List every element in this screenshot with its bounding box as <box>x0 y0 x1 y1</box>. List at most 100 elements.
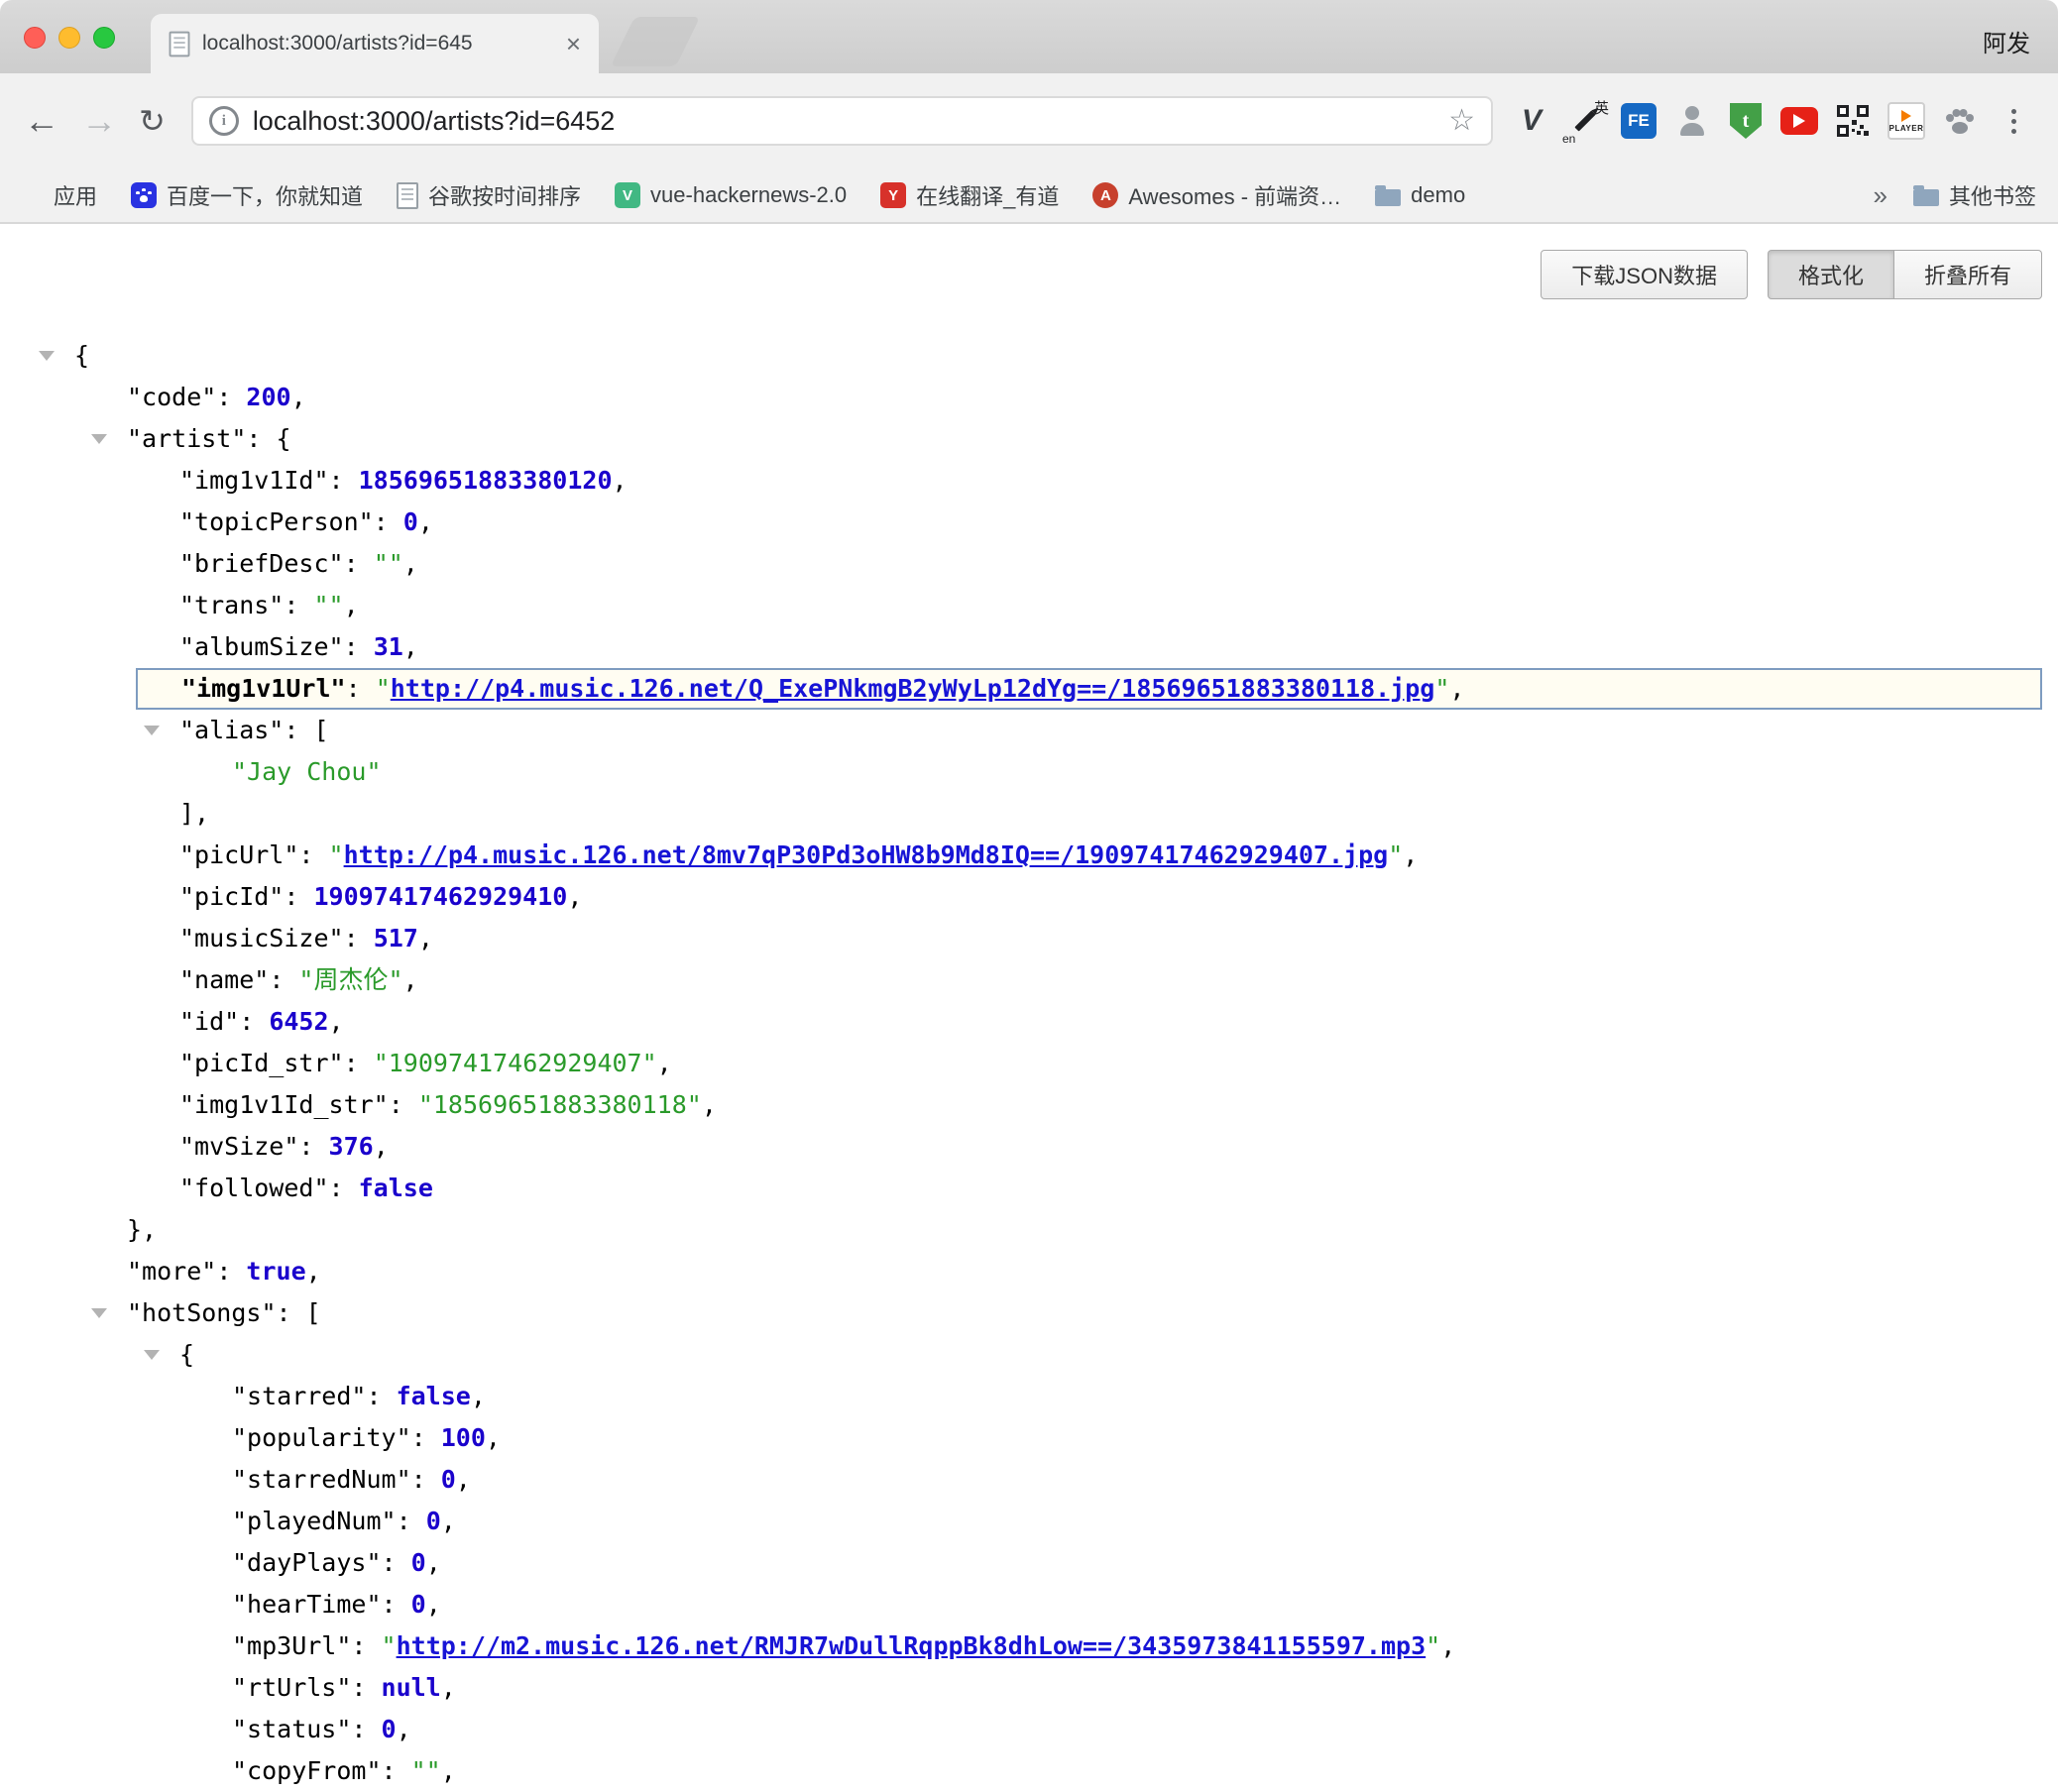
json-punctuation: : <box>389 1090 418 1119</box>
json-line: "picId_str": "19097417462929407", <box>0 1043 2058 1084</box>
close-window-button[interactable] <box>24 27 46 49</box>
collapse-all-button[interactable]: 折叠所有 <box>1894 250 2042 299</box>
browser-menu-icon[interactable] <box>1993 100 2034 142</box>
json-line: "musicSize": 517, <box>0 918 2058 959</box>
format-button[interactable]: 格式化 <box>1768 250 1894 299</box>
collapse-triangle-icon[interactable] <box>144 726 160 735</box>
json-punctuation: , <box>471 1382 486 1410</box>
player-extension-icon[interactable]: PLAYER <box>1886 100 1927 142</box>
zoom-window-button[interactable] <box>93 27 115 49</box>
json-key: "rtUrls" <box>232 1673 351 1702</box>
bookmarks-overflow-icon[interactable]: » <box>1874 180 1887 211</box>
tab-close-icon[interactable]: × <box>566 31 581 56</box>
json-line: "picId": 19097417462929410, <box>0 876 2058 918</box>
json-line: "playedNum": 0, <box>0 1501 2058 1542</box>
tab-title: localhost:3000/artists?id=645 <box>202 32 554 56</box>
json-punctuation: , <box>403 549 418 578</box>
json-url-link[interactable]: http://m2.music.126.net/RMJR7wDullRqppBk… <box>397 1631 1427 1660</box>
json-literal-value: true <box>246 1257 305 1286</box>
json-number-value: 100 <box>441 1423 486 1452</box>
json-punctuation: , <box>1449 674 1464 703</box>
collapse-triangle-icon[interactable] <box>39 351 55 361</box>
new-tab-button[interactable] <box>611 17 700 66</box>
json-punctuation: : <box>269 965 298 994</box>
forward-icon: → <box>81 103 117 139</box>
bookmark-star-icon[interactable]: ☆ <box>1448 106 1475 136</box>
json-punctuation: , <box>344 591 359 619</box>
json-line: "trans": "", <box>0 585 2058 626</box>
json-key: "mp3Url" <box>232 1631 351 1660</box>
json-key: "status" <box>232 1715 351 1743</box>
profile-extension-icon[interactable] <box>1671 100 1713 142</box>
minimize-window-button[interactable] <box>58 27 80 49</box>
bookmark-item[interactable]: AAwesomes - 前端资… <box>1092 179 1341 211</box>
youtube-extension-icon[interactable] <box>1778 100 1820 142</box>
json-url-link[interactable]: http://p4.music.126.net/Q_ExePNkmgB2yWyL… <box>391 674 1435 703</box>
collapse-triangle-icon[interactable] <box>91 434 107 444</box>
vimium-extension-icon[interactable]: V <box>1511 100 1552 142</box>
json-key: "dayPlays" <box>232 1548 382 1577</box>
json-punctuation: , <box>613 466 628 495</box>
json-key: "briefDesc" <box>179 549 344 578</box>
json-key: "img1v1Url" <box>181 674 346 703</box>
json-number-value: 200 <box>246 383 290 411</box>
bookmark-item[interactable]: Y在线翻译_有道 <box>880 179 1059 211</box>
json-punctuation: , <box>397 1715 411 1743</box>
json-punctuation: : <box>382 1590 411 1619</box>
qrcode-extension-icon[interactable] <box>1832 100 1874 142</box>
page-content: 下载JSON数据 格式化 折叠所有 {"code": 200,"artist":… <box>0 250 2058 1792</box>
url-text: localhost:3000/artists?id=6452 <box>253 106 616 137</box>
apps-grid-icon <box>22 184 44 206</box>
json-line-highlighted: "img1v1Url": "http://p4.music.126.net/Q_… <box>136 668 2042 710</box>
json-punctuation: : <box>351 1715 381 1743</box>
translate-extension-icon[interactable]: 英 en <box>1564 100 1606 142</box>
collapse-triangle-icon[interactable] <box>144 1350 160 1360</box>
collapse-triangle-icon[interactable] <box>91 1308 107 1318</box>
json-punctuation: , <box>418 507 433 536</box>
json-punctuation: : <box>284 591 313 619</box>
json-line: "albumSize": 31, <box>0 626 2058 668</box>
bookmark-item[interactable]: 百度一下，你就知道 <box>131 179 363 211</box>
json-key: "hearTime" <box>232 1590 382 1619</box>
fe-icon: FE <box>1621 103 1657 139</box>
browser-tab[interactable]: localhost:3000/artists?id=645 × <box>151 14 599 73</box>
paw-extension-icon[interactable] <box>1939 100 1981 142</box>
bookmark-label: 应用 <box>54 179 97 211</box>
json-line: "Jay Chou" <box>0 751 2058 793</box>
json-punctuation: : <box>382 1548 411 1577</box>
youtube-icon <box>1780 107 1818 135</box>
json-key: "topicPerson" <box>179 507 374 536</box>
json-punctuation: , <box>329 1007 344 1036</box>
page-icon <box>397 182 418 209</box>
json-punctuation: , <box>403 965 418 994</box>
json-punctuation: : <box>344 924 374 952</box>
other-bookmarks-folder[interactable]: 其他书签 <box>1913 179 2036 211</box>
site-info-icon[interactable]: i <box>209 106 239 136</box>
json-string-value: "" <box>374 549 403 578</box>
profile-name[interactable]: 阿发 <box>1983 24 2030 58</box>
download-json-button[interactable]: 下载JSON数据 <box>1541 250 1748 299</box>
bookmark-item[interactable]: 谷歌按时间排序 <box>397 179 581 211</box>
json-url-link[interactable]: http://p4.music.126.net/8mv7qP30Pd3oHW8b… <box>344 840 1389 869</box>
address-bar[interactable]: i localhost:3000/artists?id=6452 ☆ <box>191 96 1493 146</box>
paw-icon <box>1942 103 1978 139</box>
reload-icon[interactable]: ↻ <box>139 105 166 137</box>
json-punctuation: , <box>441 1756 456 1785</box>
shield-extension-icon[interactable]: t <box>1725 100 1767 142</box>
page-favicon-icon <box>170 31 190 56</box>
bookmark-item[interactable]: demo <box>1375 182 1465 208</box>
bookmark-item[interactable]: Vvue-hackernews-2.0 <box>615 182 847 208</box>
json-line: "picUrl": "http://p4.music.126.net/8mv7q… <box>0 835 2058 876</box>
json-number-value: 19097417462929410 <box>313 882 567 911</box>
json-line: "alias": [ <box>0 710 2058 751</box>
json-page-toolbar: 下载JSON数据 格式化 折叠所有 <box>0 250 2042 299</box>
json-key: "name" <box>179 965 269 994</box>
json-punctuation: : <box>351 1673 381 1702</box>
json-string-value: "" <box>313 591 343 619</box>
v-icon: V <box>1522 104 1542 138</box>
folder-icon <box>1375 189 1401 206</box>
view-mode-segment: 格式化 折叠所有 <box>1768 250 2042 299</box>
bookmark-item[interactable]: 应用 <box>22 179 97 211</box>
back-icon[interactable]: ← <box>24 103 59 139</box>
fe-extension-icon[interactable]: FE <box>1618 100 1659 142</box>
